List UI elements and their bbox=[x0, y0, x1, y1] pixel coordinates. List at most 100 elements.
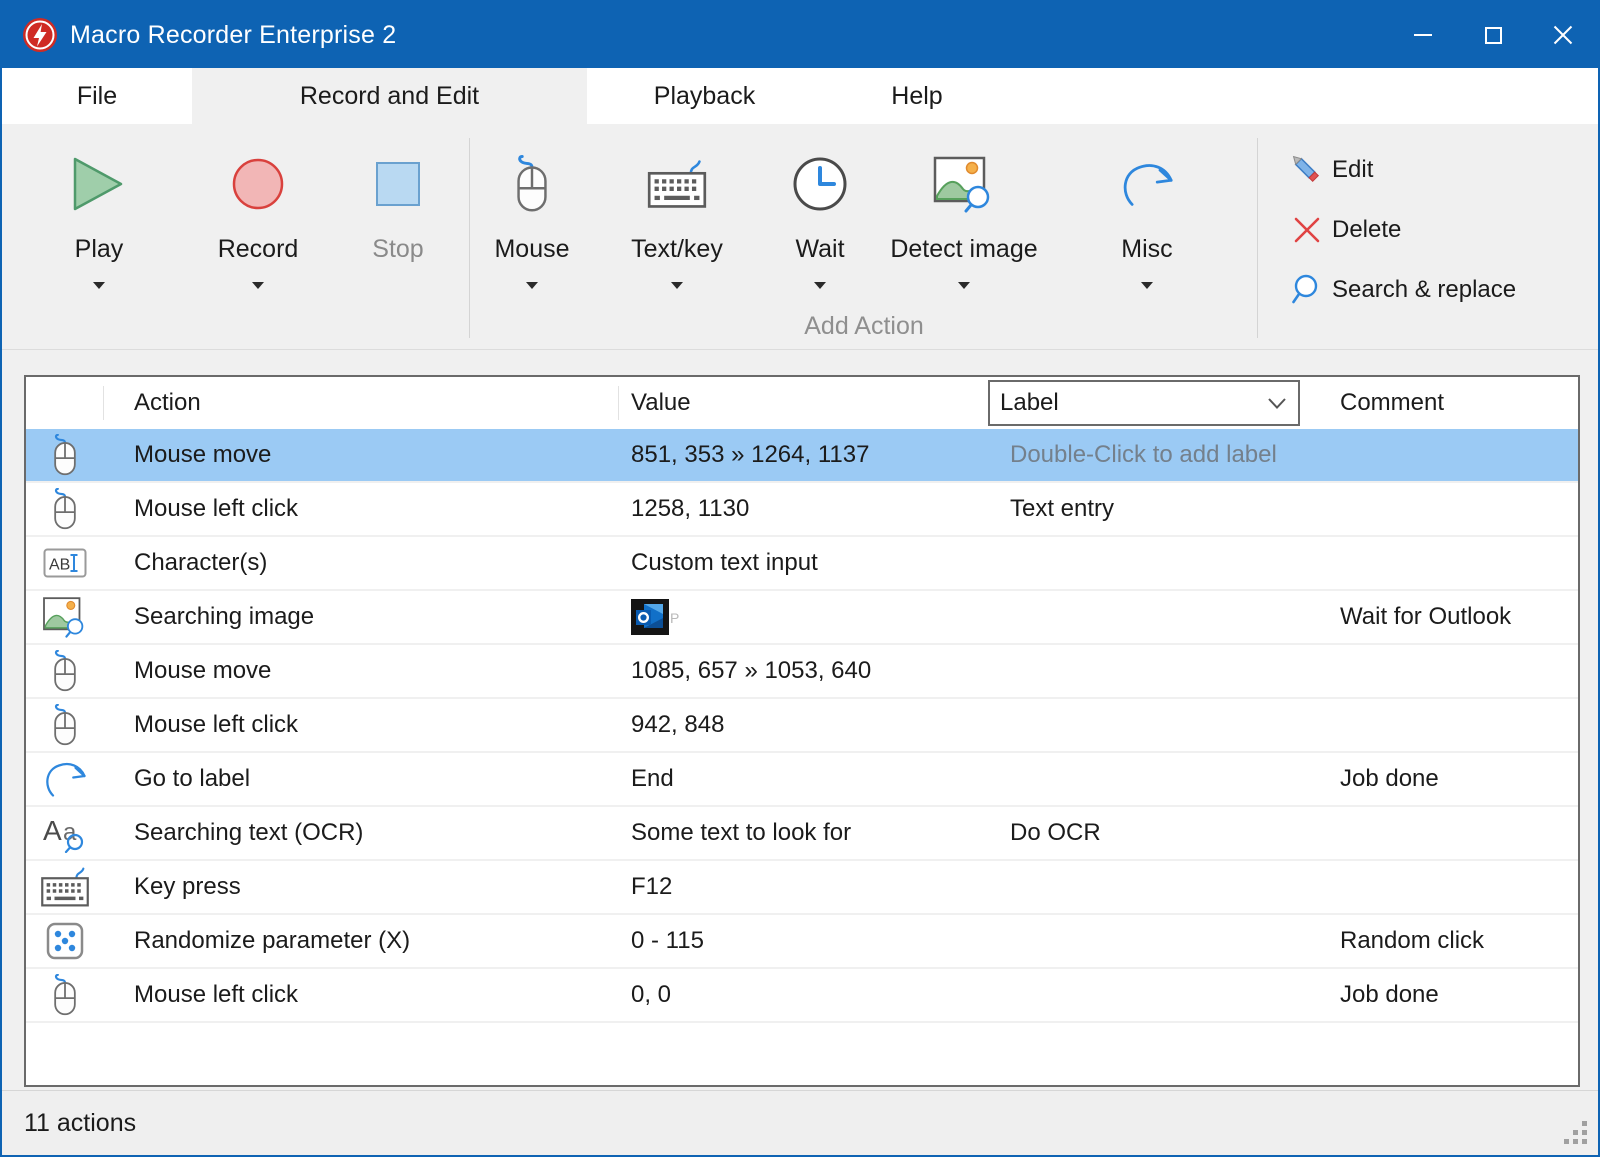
column-header-label: Label bbox=[986, 377, 1304, 429]
outlook-image-thumbnail: P bbox=[631, 599, 679, 635]
ribbon-separator bbox=[1257, 138, 1258, 338]
label-cell[interactable] bbox=[986, 645, 1304, 697]
table-row[interactable]: Mouse move851, 353 » 1264, 1137Double-Cl… bbox=[26, 429, 1578, 483]
mouse-icon bbox=[26, 429, 104, 481]
table-row[interactable]: Mouse left click1258, 1130Text entry bbox=[26, 483, 1578, 537]
app-window: Macro Recorder Enterprise 2 FileRecord a… bbox=[0, 0, 1600, 1157]
keyboard-icon bbox=[26, 861, 104, 913]
magnifier-icon bbox=[1290, 273, 1324, 307]
label-cell[interactable] bbox=[986, 861, 1304, 913]
value-cell: 1085, 657 » 1053, 640 bbox=[619, 645, 986, 697]
play-button[interactable]: Play bbox=[44, 148, 154, 289]
maximize-button[interactable] bbox=[1458, 2, 1528, 68]
search-replace-button[interactable]: Search & replace bbox=[1290, 270, 1516, 310]
comment-cell bbox=[1304, 537, 1578, 589]
window-controls bbox=[1388, 2, 1598, 68]
label-cell[interactable] bbox=[986, 699, 1304, 751]
column-header-action[interactable]: Action bbox=[104, 377, 619, 429]
goto-arrow-icon bbox=[1117, 148, 1177, 220]
dice-icon bbox=[26, 915, 104, 967]
value-cell: 1258, 1130 bbox=[619, 483, 986, 535]
label-cell[interactable] bbox=[986, 753, 1304, 805]
main-content: Action Value Label Comment Mouse move851… bbox=[2, 350, 1598, 1090]
column-header-icon bbox=[26, 377, 104, 429]
label-cell[interactable] bbox=[986, 537, 1304, 589]
table-row[interactable]: Mouse move1085, 657 » 1053, 640 bbox=[26, 645, 1578, 699]
mouse-icon bbox=[26, 969, 104, 1021]
close-icon bbox=[1553, 25, 1573, 45]
edit-button[interactable]: Edit bbox=[1290, 150, 1373, 190]
mouse-icon bbox=[26, 699, 104, 751]
table-row[interactable]: Searching imagePWait for Outlook bbox=[26, 591, 1578, 645]
comment-cell bbox=[1304, 807, 1578, 859]
action-cell: Character(s) bbox=[104, 537, 619, 589]
dropdown-arrow-icon[interactable] bbox=[814, 282, 826, 289]
tab-record-and-edit[interactable]: Record and Edit bbox=[192, 68, 587, 124]
close-button[interactable] bbox=[1528, 2, 1598, 68]
wait-button[interactable]: Wait bbox=[755, 148, 885, 289]
svg-text:P: P bbox=[670, 610, 679, 626]
minimize-button[interactable] bbox=[1388, 2, 1458, 68]
table-row[interactable]: Mouse left click0, 0Job done bbox=[26, 969, 1578, 1023]
label-filter-value: Label bbox=[1000, 389, 1059, 417]
mouse-icon bbox=[510, 148, 554, 220]
label-cell[interactable] bbox=[986, 915, 1304, 967]
label-cell[interactable]: Double-Click to add label bbox=[986, 429, 1304, 481]
svg-text:a: a bbox=[63, 819, 77, 846]
tab-help[interactable]: Help bbox=[822, 68, 1012, 124]
dropdown-arrow-icon[interactable] bbox=[93, 282, 105, 289]
app-logo-icon bbox=[22, 17, 58, 53]
table-row[interactable]: Go to labelEndJob done bbox=[26, 753, 1578, 807]
status-bar: 11 actions bbox=[2, 1090, 1598, 1155]
mouse-button[interactable]: Mouse bbox=[467, 148, 597, 289]
stop-icon bbox=[374, 148, 422, 220]
value-cell: End bbox=[619, 753, 986, 805]
pencil-icon bbox=[1290, 153, 1324, 187]
table-header-row: Action Value Label Comment bbox=[26, 377, 1578, 429]
table-row[interactable]: AaSearching text (OCR)Some text to look … bbox=[26, 807, 1578, 861]
tab-playback[interactable]: Playback bbox=[587, 68, 822, 124]
table-row[interactable]: Key pressF12 bbox=[26, 861, 1578, 915]
delete-button[interactable]: Delete bbox=[1290, 210, 1401, 250]
label-filter-dropdown[interactable]: Label bbox=[988, 380, 1300, 426]
label-cell[interactable]: Do OCR bbox=[986, 807, 1304, 859]
characters-icon: AB bbox=[26, 537, 104, 589]
label-cell[interactable]: Text entry bbox=[986, 483, 1304, 535]
dropdown-arrow-icon[interactable] bbox=[252, 282, 264, 289]
chevron-down-icon bbox=[1268, 398, 1286, 409]
mouse-icon bbox=[26, 483, 104, 535]
action-cell: Key press bbox=[104, 861, 619, 913]
column-header-comment[interactable]: Comment bbox=[1304, 377, 1578, 429]
text-key-button[interactable]: Text/key bbox=[610, 148, 744, 289]
delete-x-icon bbox=[1290, 213, 1324, 247]
dropdown-arrow-icon[interactable] bbox=[526, 282, 538, 289]
action-cell: Go to label bbox=[104, 753, 619, 805]
tab-bar: FileRecord and EditPlaybackHelp bbox=[2, 68, 1598, 124]
action-cell: Mouse left click bbox=[104, 969, 619, 1021]
table-row[interactable]: ABCharacter(s)Custom text input bbox=[26, 537, 1578, 591]
column-header-value[interactable]: Value bbox=[619, 377, 986, 429]
value-cell: F12 bbox=[619, 861, 986, 913]
misc-button[interactable]: Misc bbox=[1082, 148, 1212, 289]
clock-icon bbox=[791, 148, 849, 220]
label-cell[interactable] bbox=[986, 591, 1304, 643]
dropdown-arrow-icon[interactable] bbox=[671, 282, 683, 289]
table-row[interactable]: Mouse left click942, 848 bbox=[26, 699, 1578, 753]
stop-button[interactable]: Stop bbox=[343, 148, 453, 289]
action-cell: Mouse move bbox=[104, 645, 619, 697]
add-action-group-label: Add Action bbox=[754, 312, 974, 341]
dropdown-arrow-icon[interactable] bbox=[958, 282, 970, 289]
action-cell: Mouse left click bbox=[104, 483, 619, 535]
label-cell[interactable] bbox=[986, 969, 1304, 1021]
tab-file[interactable]: File bbox=[2, 68, 192, 124]
comment-cell bbox=[1304, 429, 1578, 481]
dropdown-arrow-icon[interactable] bbox=[1141, 282, 1153, 289]
detect-image-button[interactable]: Detect image bbox=[889, 148, 1039, 289]
action-count: 11 actions bbox=[24, 1109, 136, 1138]
value-cell: 0, 0 bbox=[619, 969, 986, 1021]
record-button[interactable]: Record bbox=[203, 148, 313, 289]
resize-grip[interactable] bbox=[1562, 1119, 1588, 1145]
comment-cell: Wait for Outlook bbox=[1304, 591, 1578, 643]
table-row[interactable]: Randomize parameter (X)0 - 115Random cli… bbox=[26, 915, 1578, 969]
keyboard-icon bbox=[646, 148, 708, 220]
